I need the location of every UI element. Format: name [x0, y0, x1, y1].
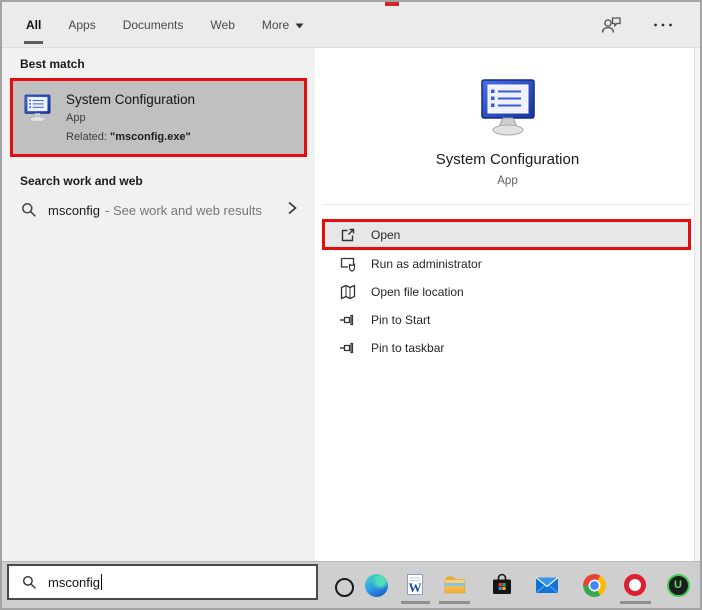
mail-icon[interactable] [535, 573, 559, 597]
chrome-icon[interactable] [582, 573, 606, 597]
action-open-file-location[interactable]: Open file location [322, 278, 691, 306]
best-match-header: Best match [20, 57, 85, 71]
cortana-icon[interactable] [332, 575, 356, 599]
action-open[interactable]: Open [322, 219, 691, 250]
detail-app-title: System Configuration [435, 151, 580, 168]
divider [323, 204, 690, 205]
search-suggestion-row[interactable]: msconfig - See work and web results [2, 190, 315, 230]
word-icon[interactable]: W [403, 573, 427, 597]
best-match-type: App [66, 112, 86, 124]
best-match-title: System Configuration [66, 92, 196, 107]
feedback-icon[interactable] [600, 15, 622, 35]
running-indicator-word [401, 601, 430, 604]
edge-icon[interactable] [364, 573, 388, 597]
text-cursor [101, 574, 103, 590]
running-indicator-opera [620, 601, 651, 604]
tab-more[interactable]: More [262, 2, 304, 47]
pin-icon [339, 311, 357, 329]
store-icon[interactable] [490, 573, 514, 597]
action-pin-to-start[interactable]: Pin to Start [322, 306, 691, 334]
tab-all[interactable]: All [23, 2, 44, 47]
action-pin-to-taskbar[interactable]: Pin to taskbar [322, 334, 691, 362]
taskbar: msconfig W U [2, 561, 700, 608]
tab-web[interactable]: Web [210, 2, 234, 47]
best-match-text: System Configuration App Related: "mscon… [66, 92, 195, 143]
svg-text:W: W [409, 580, 422, 595]
search-flyout-window: All Apps Documents Web More Best match S… [0, 0, 702, 610]
search-input-value: msconfig [48, 574, 101, 590]
best-match-result[interactable]: System Configuration App Related: "mscon… [10, 78, 307, 157]
results-left-panel: Best match System Configuration App Rela… [2, 48, 315, 561]
opera-icon[interactable] [623, 573, 647, 597]
search-web-header: Search work and web [20, 174, 143, 188]
search-icon [22, 575, 36, 589]
system-configuration-icon-large [480, 79, 535, 136]
search-icon [22, 203, 36, 217]
suggestion-hint: - See work and web results [105, 202, 262, 218]
tab-apps[interactable]: Apps [68, 2, 95, 47]
ellipsis-icon[interactable] [652, 15, 674, 35]
suggestion-query: msconfig [48, 202, 101, 218]
u-app-icon[interactable]: U [666, 573, 690, 597]
search-results-area: Best match System Configuration App Rela… [2, 48, 700, 561]
screen-artifact [385, 2, 399, 6]
run-as-admin-icon [339, 255, 357, 273]
tab-documents[interactable]: Documents [123, 2, 184, 47]
chevron-right-icon[interactable] [285, 200, 299, 221]
file-explorer-icon[interactable] [443, 573, 467, 597]
best-match-related: Related: "msconfig.exe" [66, 131, 191, 143]
action-run-as-administrator[interactable]: Run as administrator [322, 250, 691, 278]
open-icon [339, 226, 357, 244]
tabbar-right-icons [600, 15, 674, 35]
chevron-down-icon [295, 18, 304, 32]
taskbar-search-input[interactable]: msconfig [7, 564, 318, 600]
running-indicator-file-explorer [439, 601, 470, 604]
pin-icon [339, 339, 357, 357]
scrollbar-track[interactable] [694, 48, 700, 561]
result-detail-panel: System Configuration App Open Run as adm… [315, 48, 700, 561]
search-filter-tabbar: All Apps Documents Web More [2, 2, 700, 48]
system-configuration-icon [24, 94, 51, 122]
detail-app-type: App [497, 175, 518, 187]
file-location-icon [339, 283, 357, 301]
action-list: Open Run as administrator Open file loca… [315, 219, 700, 362]
